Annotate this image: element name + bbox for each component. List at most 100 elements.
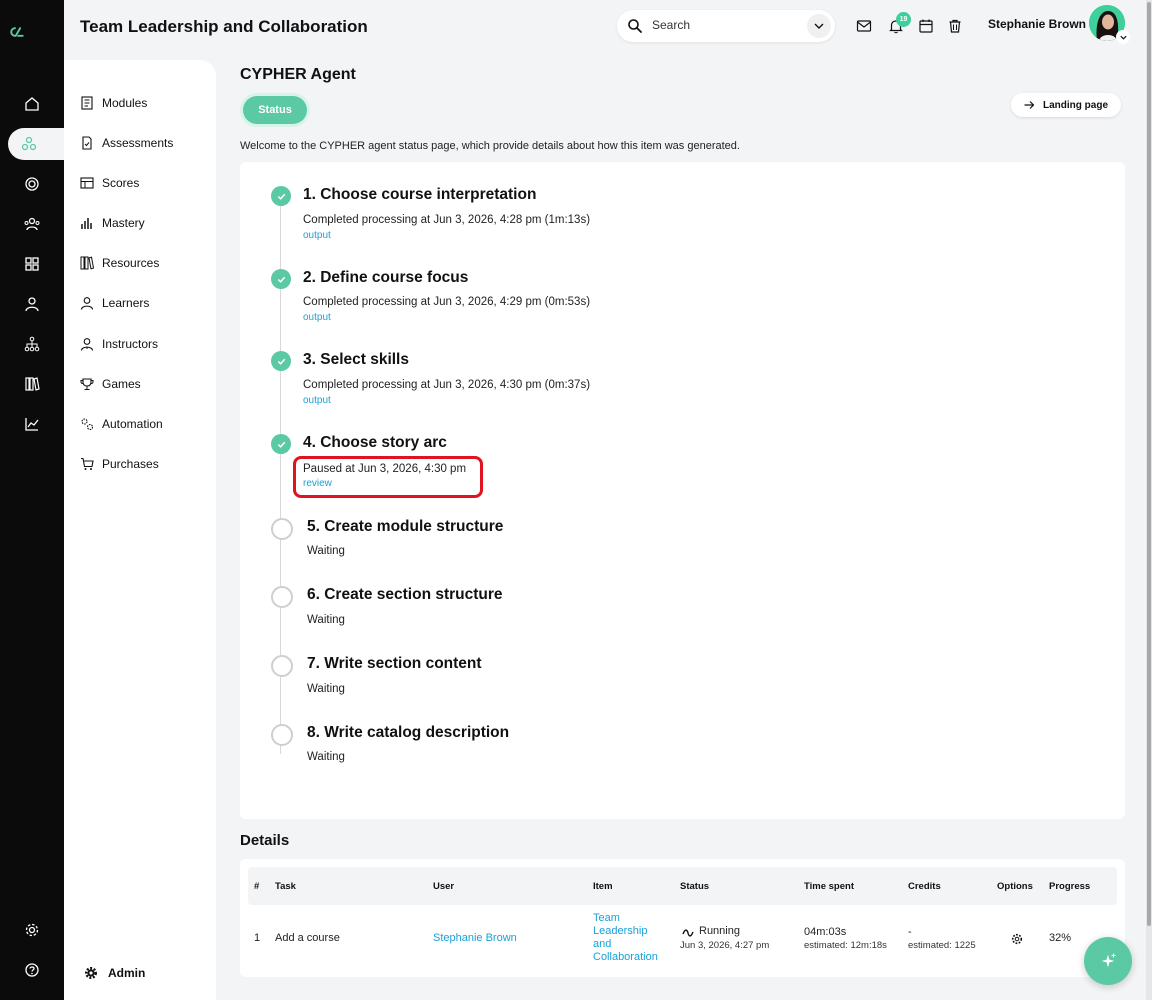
mail-icon[interactable] — [856, 18, 872, 34]
settings-icon[interactable] — [16, 914, 48, 946]
arrow-right-icon — [1024, 101, 1035, 109]
sidebar-item-mastery[interactable]: Mastery — [80, 213, 145, 233]
step-title: 5. Create module structure — [307, 518, 504, 535]
sidebar-item-modules[interactable]: Modules — [80, 93, 147, 113]
column-header[interactable]: User — [433, 881, 454, 892]
sidebar-item-label: Mastery — [102, 216, 145, 230]
pending-circle-icon — [271, 655, 293, 677]
gear-icon — [84, 966, 98, 980]
network-icon[interactable] — [8, 128, 64, 160]
sidebar-item-scores[interactable]: Scores — [80, 173, 139, 193]
help-icon[interactable] — [16, 954, 48, 986]
step-title: 1. Choose course interpretation — [303, 186, 537, 203]
resources-icon — [80, 256, 94, 270]
trash-icon[interactable] — [947, 18, 963, 34]
column-header[interactable]: Status — [680, 881, 709, 892]
row-task: Add a course — [275, 932, 340, 944]
chevron-down-icon[interactable] — [807, 14, 831, 38]
sidebar-item-label: Scores — [102, 176, 140, 190]
grid-icon[interactable] — [16, 248, 48, 280]
row-item-link[interactable]: Team — [593, 912, 620, 924]
row-item-link[interactable]: and — [593, 938, 611, 950]
step-output-link[interactable]: output — [303, 230, 331, 241]
sidebar-item-label: Games — [102, 377, 141, 391]
column-header[interactable]: Credits — [908, 881, 941, 892]
sidebar-item-automation[interactable]: Automation — [80, 414, 163, 434]
purchases-icon — [81, 457, 94, 470]
logo-icon[interactable] — [8, 24, 58, 64]
sidebar-item-label: Automation — [102, 417, 163, 431]
scrollbar[interactable] — [1146, 0, 1152, 1000]
column-header[interactable]: Task — [275, 881, 296, 892]
row-progress: 32% — [1049, 932, 1072, 944]
step-output-link[interactable]: output — [303, 312, 331, 323]
intro-text: Welcome to the CYPHER agent status page,… — [240, 140, 740, 152]
instructors-icon — [80, 338, 94, 351]
row-user-link[interactable]: Stephanie Brown — [433, 932, 517, 944]
notification-badge: 19 — [896, 12, 911, 27]
mastery-icon — [81, 218, 92, 229]
automation-icon — [81, 418, 94, 431]
row-item-link[interactable]: Collaboration — [593, 951, 658, 963]
step-title: 8. Write catalog description — [307, 724, 510, 741]
admin-button[interactable]: Admin — [84, 966, 145, 980]
calendar-icon[interactable] — [918, 18, 934, 34]
tab-status[interactable]: Status — [243, 96, 307, 124]
step-title: 4. Choose story arc — [303, 434, 447, 451]
assessments-icon — [82, 136, 92, 150]
row-number: 1 — [254, 932, 261, 944]
sidebar-item-assessments[interactable]: Assessments — [80, 133, 173, 153]
ai-assistant-button[interactable] — [1084, 937, 1132, 985]
landing-page-button[interactable]: Landing page — [1011, 93, 1121, 117]
search-input[interactable]: Search — [617, 10, 835, 42]
sidebar-item-purchases[interactable]: Purchases — [80, 454, 159, 474]
column-header[interactable]: Item — [593, 881, 613, 892]
home-icon[interactable] — [16, 88, 48, 120]
sidebar-item-instructors[interactable]: Instructors — [80, 334, 158, 354]
app-title: Team Leadership and Collaboration — [80, 17, 368, 36]
scores-icon — [80, 177, 94, 189]
secondary-sidebar: Modules Assessments Scores Mastery Resou… — [64, 60, 216, 1000]
chevron-down-icon[interactable] — [1116, 30, 1130, 44]
sidebar-item-label: Resources — [102, 256, 160, 270]
games-icon — [80, 378, 94, 390]
target-icon[interactable] — [16, 168, 48, 200]
sidebar-item-label: Instructors — [102, 337, 159, 351]
hierarchy-icon[interactable] — [16, 328, 48, 360]
sidebar-item-learners[interactable]: Learners — [80, 293, 149, 313]
row-status: Running — [699, 925, 740, 937]
sidebar-item-label: Purchases — [102, 457, 159, 471]
row-credits-estimated: estimated: 1225 — [908, 940, 976, 951]
search-placeholder: Search — [652, 18, 691, 32]
icon-rail — [0, 0, 64, 1000]
sparkle-icon — [1101, 952, 1117, 968]
users-icon[interactable] — [16, 208, 48, 240]
search-icon — [628, 19, 642, 33]
step-description: Completed processing at Jun 3, 2026, 4:2… — [303, 214, 591, 226]
check-icon — [271, 186, 291, 206]
user-name[interactable]: Stephanie Brown — [988, 17, 1086, 31]
row-time-estimated: estimated: 12m:18s — [804, 940, 887, 951]
sidebar-item-resources[interactable]: Resources — [80, 253, 159, 273]
pending-circle-icon — [271, 518, 293, 540]
user-icon[interactable] — [16, 288, 48, 320]
admin-label: Admin — [108, 966, 146, 980]
highlight-box — [293, 456, 483, 498]
step-description: Waiting — [307, 683, 345, 695]
chart-icon[interactable] — [16, 408, 48, 440]
scrollbar-thumb[interactable] — [1147, 2, 1151, 926]
library-icon[interactable] — [16, 368, 48, 400]
row-time-spent: 04m:03s — [804, 926, 847, 938]
row-item-link[interactable]: Leadership — [593, 925, 647, 937]
step-output-link[interactable]: output — [303, 395, 331, 406]
column-header[interactable]: Time spent — [804, 881, 854, 892]
step-title: 7. Write section content — [307, 655, 482, 672]
step-description: Waiting — [307, 545, 345, 557]
row-credits: - — [908, 926, 912, 938]
sidebar-item-label: Assessments — [102, 136, 174, 150]
sidebar-item-games[interactable]: Games — [80, 374, 141, 394]
step-description: Completed processing at Jun 3, 2026, 4:3… — [303, 379, 591, 391]
step-title: 3. Select skills — [303, 351, 409, 368]
gear-icon[interactable] — [1011, 933, 1023, 945]
column-header[interactable]: Progress — [1049, 881, 1090, 892]
